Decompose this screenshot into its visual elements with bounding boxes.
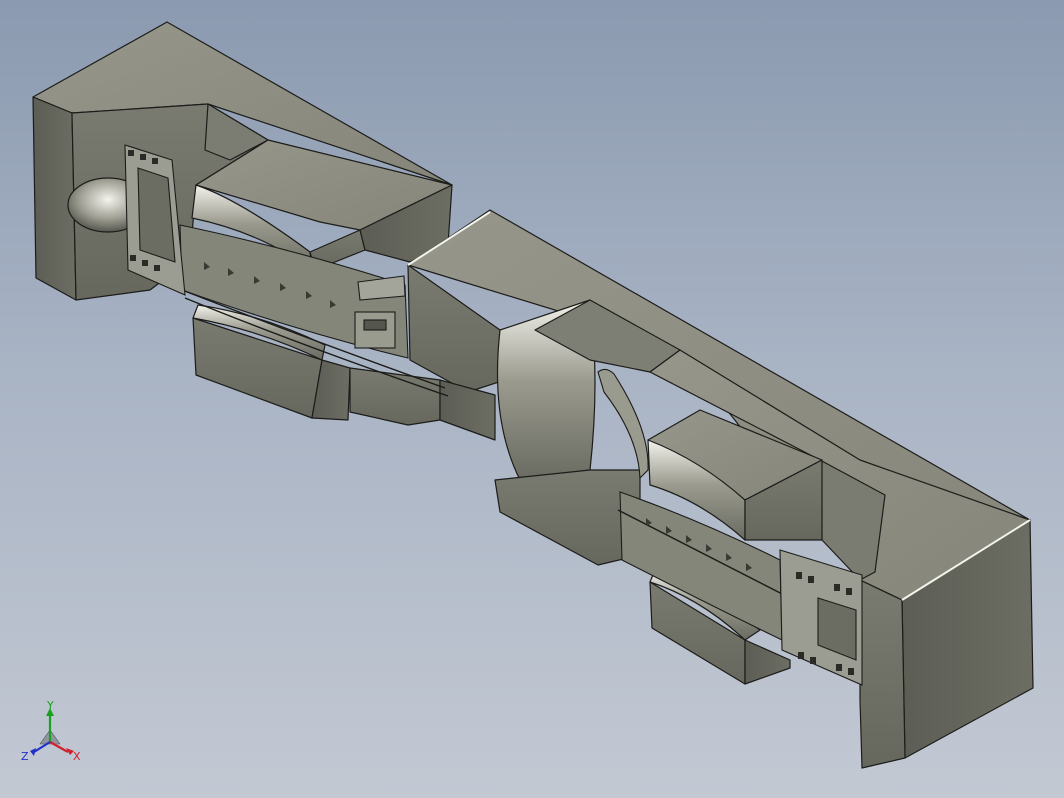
mold-body [32, 21, 1034, 769]
right-block-front-face [859, 579, 906, 769]
triad-x-label: X [73, 750, 81, 763]
triad-z-label: Z [21, 750, 29, 763]
left-lower-block-2 [349, 367, 441, 426]
graphics-viewport[interactable]: Y X Z [0, 0, 1064, 798]
model-view[interactable] [0, 0, 1064, 798]
middle-riser-lower [494, 469, 641, 566]
triad-y-label: Y [46, 700, 54, 712]
left-insert-latch-slot [363, 319, 387, 331]
axis-triad: Y X Z [21, 700, 81, 763]
right-insert-hook [597, 368, 649, 480]
left-lower-block-3 [439, 379, 496, 441]
